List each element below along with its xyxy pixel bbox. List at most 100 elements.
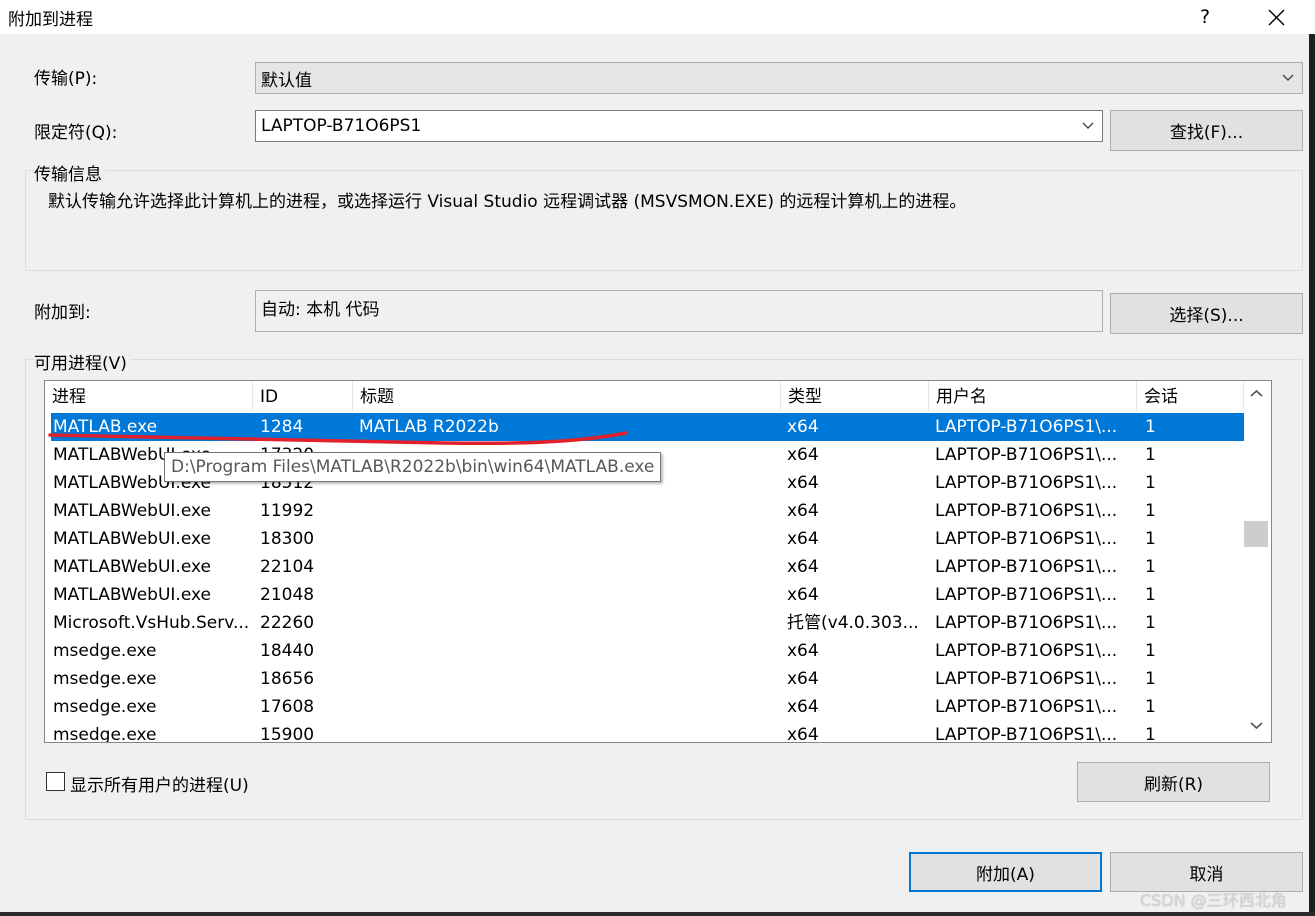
transport-value: 默认值 [261, 70, 312, 91]
list-scrollbar[interactable] [1244, 381, 1271, 742]
cell-id: 21048 [260, 585, 315, 605]
cell-session: 1 [1145, 557, 1156, 577]
column-header-type[interactable]: 类型 [781, 381, 929, 411]
transport-info-group [25, 170, 1303, 271]
cell-username: LAPTOP-B71O6PS1\... [935, 473, 1118, 493]
cell-session: 1 [1145, 697, 1156, 717]
cell-type: x64 [787, 725, 819, 743]
cell-session: 1 [1145, 613, 1156, 633]
column-header-username[interactable]: 用户名 [929, 381, 1137, 411]
cell-process: MATLABWebUI.exe [53, 529, 211, 549]
scroll-thumb[interactable] [1244, 521, 1268, 547]
transport-info-text: 默认传输允许选择此计算机上的进程，或选择运行 Visual Studio 远程调… [48, 192, 967, 212]
qualifier-value: LAPTOP-B71O6PS1 [261, 116, 422, 136]
cell-type: x64 [787, 697, 819, 717]
available-processes-title: 可用进程(V) [34, 349, 130, 374]
cell-process: msedge.exe [53, 669, 157, 689]
attach-to-value: 自动: 本机 代码 [261, 300, 380, 320]
process-row[interactable]: MATLABWebUI.exe 11992 x64 LAPTOP-B71O6PS1\.… [51, 497, 1244, 525]
cell-username: LAPTOP-B71O6PS1\... [935, 445, 1118, 465]
column-header-title[interactable]: 标题 [353, 381, 781, 411]
window-title: 附加到进程 [8, 10, 93, 30]
cell-id: 22260 [260, 613, 315, 633]
cell-process: MATLABWebUI.exe [53, 557, 211, 577]
find-button[interactable]: 查找(F)... [1110, 110, 1303, 151]
watermark: CSDN @三环西北角 [1140, 891, 1287, 910]
process-row[interactable]: MATLABWebUI.exe 22104 x64 LAPTOP-B71O6PS1\.… [51, 553, 1244, 581]
cell-username: LAPTOP-B71O6PS1\... [935, 641, 1118, 661]
cell-id: 15900 [260, 725, 315, 743]
help-button[interactable]: ? [1188, 2, 1222, 32]
scroll-up-icon[interactable] [1250, 389, 1263, 398]
window-edge [1309, 34, 1315, 916]
cell-type: x64 [787, 669, 819, 689]
cell-session: 1 [1145, 445, 1156, 465]
chevron-down-icon [1282, 74, 1294, 81]
cell-username: LAPTOP-B71O6PS1\... [935, 501, 1118, 521]
cell-username: LAPTOP-B71O6PS1\... [935, 697, 1118, 717]
cell-type: 托管(v4.0.303... [787, 613, 919, 633]
cell-session: 1 [1145, 501, 1156, 521]
cell-username: LAPTOP-B71O6PS1\... [935, 725, 1118, 743]
cell-session: 1 [1145, 417, 1156, 437]
qualifier-input[interactable]: LAPTOP-B71O6PS1 [255, 110, 1103, 142]
process-row[interactable]: Microsoft.VsHub.Serv... 22260 托管(v4.0.303.… [51, 609, 1244, 637]
cell-session: 1 [1145, 725, 1156, 743]
column-header-process[interactable]: 进程 [45, 381, 253, 411]
cell-process: MATLABWebUI.exe [53, 585, 211, 605]
red-underline-annotation [48, 431, 628, 446]
qualifier-label: 限定符(Q): [34, 123, 118, 143]
cell-type: x64 [787, 417, 819, 437]
process-row[interactable]: msedge.exe 18440 x64 LAPTOP-B71O6PS1\... 1 [51, 637, 1244, 665]
cell-session: 1 [1145, 641, 1156, 661]
column-header-id[interactable]: ID [253, 381, 353, 411]
title-bar [0, 0, 1315, 34]
close-button[interactable] [1256, 2, 1296, 32]
cell-process: msedge.exe [53, 697, 157, 717]
cell-process: Microsoft.VsHub.Serv... [53, 613, 250, 633]
cell-process: msedge.exe [53, 725, 157, 743]
show-all-users-label[interactable]: 显示所有用户的进程(U) [70, 771, 249, 796]
cell-username: LAPTOP-B71O6PS1\... [935, 585, 1118, 605]
transport-label: 传输(P): [34, 69, 98, 89]
attach-to-field: 自动: 本机 代码 [255, 290, 1103, 332]
cell-id: 18300 [260, 529, 315, 549]
cell-id: 11992 [260, 501, 315, 521]
cell-type: x64 [787, 501, 819, 521]
process-row[interactable]: msedge.exe 17608 x64 LAPTOP-B71O6PS1\... 1 [51, 693, 1244, 721]
process-row[interactable]: msedge.exe 18656 x64 LAPTOP-B71O6PS1\... 1 [51, 665, 1244, 693]
cell-session: 1 [1145, 473, 1156, 493]
cell-type: x64 [787, 445, 819, 465]
cell-id: 22104 [260, 557, 315, 577]
process-row[interactable]: MATLABWebUI.exe 18300 x64 LAPTOP-B71O6PS1\.… [51, 525, 1244, 553]
cell-username: LAPTOP-B71O6PS1\... [935, 557, 1118, 577]
attach-to-label: 附加到: [34, 303, 91, 323]
cell-session: 1 [1145, 529, 1156, 549]
cell-type: x64 [787, 529, 819, 549]
cell-session: 1 [1145, 669, 1156, 689]
transport-info-title: 传输信息 [34, 160, 105, 185]
select-button[interactable]: 选择(S)... [1110, 293, 1303, 334]
cell-process: msedge.exe [53, 641, 157, 661]
cell-id: 17608 [260, 697, 315, 717]
cell-username: LAPTOP-B71O6PS1\... [935, 529, 1118, 549]
attach-button[interactable]: 附加(A) [909, 852, 1102, 892]
window-edge-bottom [0, 912, 1315, 916]
cell-username: LAPTOP-B71O6PS1\... [935, 669, 1118, 689]
show-all-users-checkbox[interactable] [46, 772, 65, 791]
scroll-down-icon[interactable] [1250, 721, 1263, 730]
close-icon [1268, 9, 1285, 26]
cell-id: 18440 [260, 641, 315, 661]
transport-combo[interactable]: 默认值 [255, 62, 1303, 94]
cell-session: 1 [1145, 585, 1156, 605]
cancel-button[interactable]: 取消 [1110, 852, 1303, 892]
column-header-session[interactable]: 会话 [1137, 381, 1244, 411]
process-row[interactable]: msedge.exe 15900 x64 LAPTOP-B71O6PS1\... 1 [51, 721, 1244, 743]
cell-username: LAPTOP-B71O6PS1\... [935, 417, 1118, 437]
cell-type: x64 [787, 585, 819, 605]
cell-username: LAPTOP-B71O6PS1\... [935, 613, 1118, 633]
chevron-down-icon [1082, 122, 1094, 129]
refresh-button[interactable]: 刷新(R) [1077, 762, 1270, 802]
cell-type: x64 [787, 557, 819, 577]
process-row[interactable]: MATLABWebUI.exe 21048 x64 LAPTOP-B71O6PS1\.… [51, 581, 1244, 609]
